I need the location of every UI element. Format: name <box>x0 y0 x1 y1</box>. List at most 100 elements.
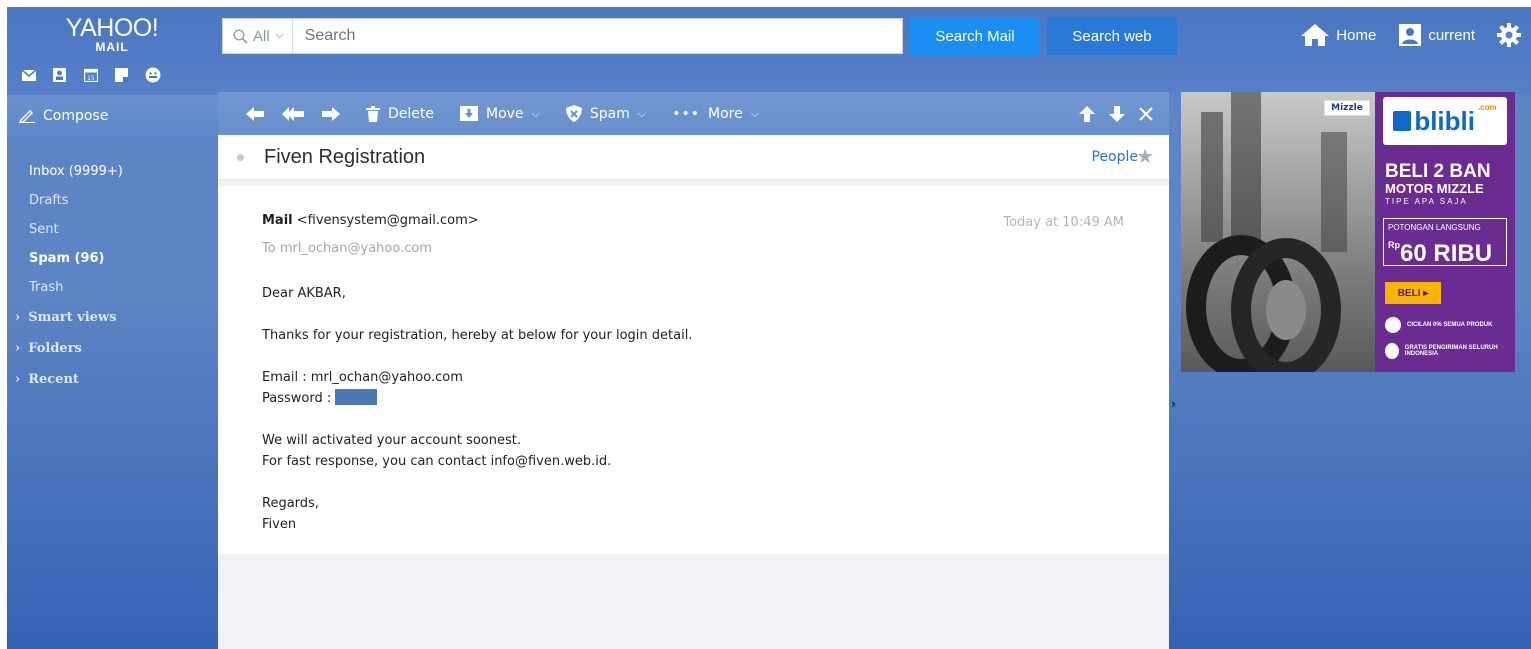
folder-spam[interactable]: Spam (96) <box>7 244 218 273</box>
message-pane: Fiven Registration People ★ Mail <fivens… <box>218 135 1169 649</box>
more-label: More <box>708 105 743 122</box>
ad-panel: blibli .com BELI 2 BAN MOTOR MIZZLE TIPE… <box>1375 92 1515 372</box>
ad-headline: BELI 2 BAN <box>1385 161 1491 182</box>
chevron-down-icon <box>275 33 284 39</box>
logo-sub: MAIL <box>95 40 129 54</box>
gear-icon <box>1497 23 1521 47</box>
home-link[interactable]: Home <box>1300 23 1376 47</box>
password-redaction <box>335 389 378 405</box>
notepad-icon[interactable] <box>106 67 137 83</box>
compose-button[interactable]: Compose <box>7 95 218 137</box>
spam-button[interactable]: Spam ⌵ <box>565 105 646 122</box>
section-label: Smart views <box>28 310 117 325</box>
recipient-label: To <box>262 241 276 256</box>
forward-icon[interactable] <box>322 106 340 121</box>
section-folders[interactable]: › Folders <box>7 333 218 364</box>
section-smart-views[interactable]: › Smart views <box>7 302 218 333</box>
mail-icon[interactable] <box>13 67 44 83</box>
search-web-button[interactable]: Search web <box>1047 17 1177 55</box>
account-menu[interactable]: current <box>1398 23 1475 47</box>
ad-currency: Rp <box>1388 240 1400 250</box>
reply-all-icon[interactable] <box>282 106 304 121</box>
credentials: Email : mrl_ochan@yahoo.com Password : <box>262 367 692 409</box>
ad-note-shipping: GRATIS PENGIRIMAN SELURUH INDONESIA <box>1385 343 1515 359</box>
chevron-down-icon: ⌵ <box>750 106 760 120</box>
body-line: For fast response, you can contact info@… <box>262 454 612 469</box>
more-button[interactable]: ••• More ⌵ <box>672 106 759 122</box>
spam-label: Spam <box>589 105 630 122</box>
nav-actions <box>1079 92 1153 135</box>
pencil-icon <box>19 110 35 123</box>
collapse-ad-icon[interactable]: › <box>1171 397 1176 411</box>
sidebar: Compose Inbox (9999+) Drafts Sent Spam (… <box>7 95 218 649</box>
section-recent[interactable]: › Recent <box>7 364 218 395</box>
shield-icon <box>565 105 582 122</box>
yahoo-mail-app: YAHOO! MAIL 15 All Search Mail Search we… <box>7 7 1531 649</box>
folder-list: Inbox (9999+) Drafts Sent Spam (96) Tras… <box>7 137 218 395</box>
people-link[interactable]: People <box>1091 149 1138 165</box>
ad-note-installment: CICILAN 0% SEMUA PRODUK <box>1385 317 1492 333</box>
ad-subheadline: MOTOR MIZZLE <box>1385 181 1484 196</box>
signature: Fiven <box>262 517 297 532</box>
closing-lines: We will activated your account soonest. … <box>262 430 692 472</box>
star-icon[interactable]: ★ <box>1136 144 1154 168</box>
ellipsis-icon: ••• <box>672 105 701 122</box>
delete-label: Delete <box>388 105 434 122</box>
compose-label: Compose <box>43 108 109 124</box>
message-content: Dear AKBAR, Thanks for your registration… <box>262 283 692 556</box>
search-icon <box>233 28 248 44</box>
folder-move-icon <box>460 106 478 121</box>
move-button[interactable]: Move ⌵ <box>460 106 540 122</box>
recipient: To mrl_ochan@yahoo.com <box>262 241 432 256</box>
move-label: Move <box>486 105 524 122</box>
chevron-down-icon: ⌵ <box>531 106 540 120</box>
section-label: Recent <box>28 372 79 387</box>
password-label: Password : <box>262 391 332 406</box>
folder-sent[interactable]: Sent <box>7 215 218 244</box>
reply-actions <box>246 106 340 121</box>
ad-tagline: TIPE APA SAJA <box>1385 197 1468 206</box>
regards: Regards, <box>262 496 319 511</box>
reply-icon[interactable] <box>246 106 264 121</box>
arrow-up-icon[interactable] <box>1079 105 1095 122</box>
close-icon[interactable] <box>1139 106 1153 121</box>
ad-cta-button[interactable]: BELI ▸ <box>1385 282 1441 304</box>
message-subject: Fiven Registration <box>264 145 426 168</box>
chevron-right-icon: › <box>15 310 21 325</box>
folder-trash[interactable]: Trash <box>7 273 218 302</box>
messenger-icon[interactable] <box>137 67 168 83</box>
shipping-icon <box>1385 343 1399 359</box>
folder-drafts[interactable]: Drafts <box>7 186 218 215</box>
yahoo-mail-logo[interactable]: YAHOO! MAIL <box>52 15 172 53</box>
search-input[interactable] <box>292 19 902 53</box>
ad-discount-label: POTONGAN LANGSUNG <box>1388 223 1481 232</box>
ad-note-text: CICILAN 0% SEMUA PRODUK <box>1407 322 1493 328</box>
chevron-right-icon: › <box>15 372 21 387</box>
home-label: Home <box>1336 26 1377 44</box>
calendar-day: 15 <box>87 75 95 82</box>
body-line: We will activated your account soonest. <box>262 433 521 448</box>
search-scope[interactable]: All <box>223 19 293 53</box>
message-toolbar: Delete Move ⌵ Spam ⌵ ••• More ⌵ <box>218 92 1169 135</box>
settings-button[interactable] <box>1497 23 1521 47</box>
delete-button[interactable]: Delete <box>366 105 434 122</box>
search-scope-label: All <box>253 27 270 45</box>
sender-email: <fivensystem@gmail.com> <box>296 213 479 228</box>
installment-icon <box>1385 317 1401 333</box>
sender[interactable]: Mail <fivensystem@gmail.com> <box>262 213 479 228</box>
sender-name: Mail <box>262 213 293 228</box>
body-line: Thanks for your registration, hereby at … <box>262 328 693 343</box>
ad-banner[interactable]: Mizzle blibli .com BELI 2 BAN MOTOR MIZZ… <box>1181 92 1515 372</box>
search-box: All <box>222 18 903 54</box>
section-label: Folders <box>28 341 82 356</box>
logo-brand: YAHOO! <box>65 14 159 42</box>
arrow-down-icon[interactable] <box>1109 105 1125 122</box>
ad-discount-box: POTONGAN LANGSUNG Rp60 RIBU <box>1383 218 1507 267</box>
calendar-icon[interactable]: 15 <box>75 67 106 83</box>
folder-inbox[interactable]: Inbox (9999+) <box>7 157 218 186</box>
contacts-icon[interactable] <box>44 67 75 83</box>
subject-bar: Fiven Registration People ★ <box>218 135 1169 180</box>
unread-dot-icon[interactable] <box>237 153 244 161</box>
search-mail-button[interactable]: Search Mail <box>910 17 1040 55</box>
recipient-email[interactable]: mrl_ochan@yahoo.com <box>280 241 432 256</box>
